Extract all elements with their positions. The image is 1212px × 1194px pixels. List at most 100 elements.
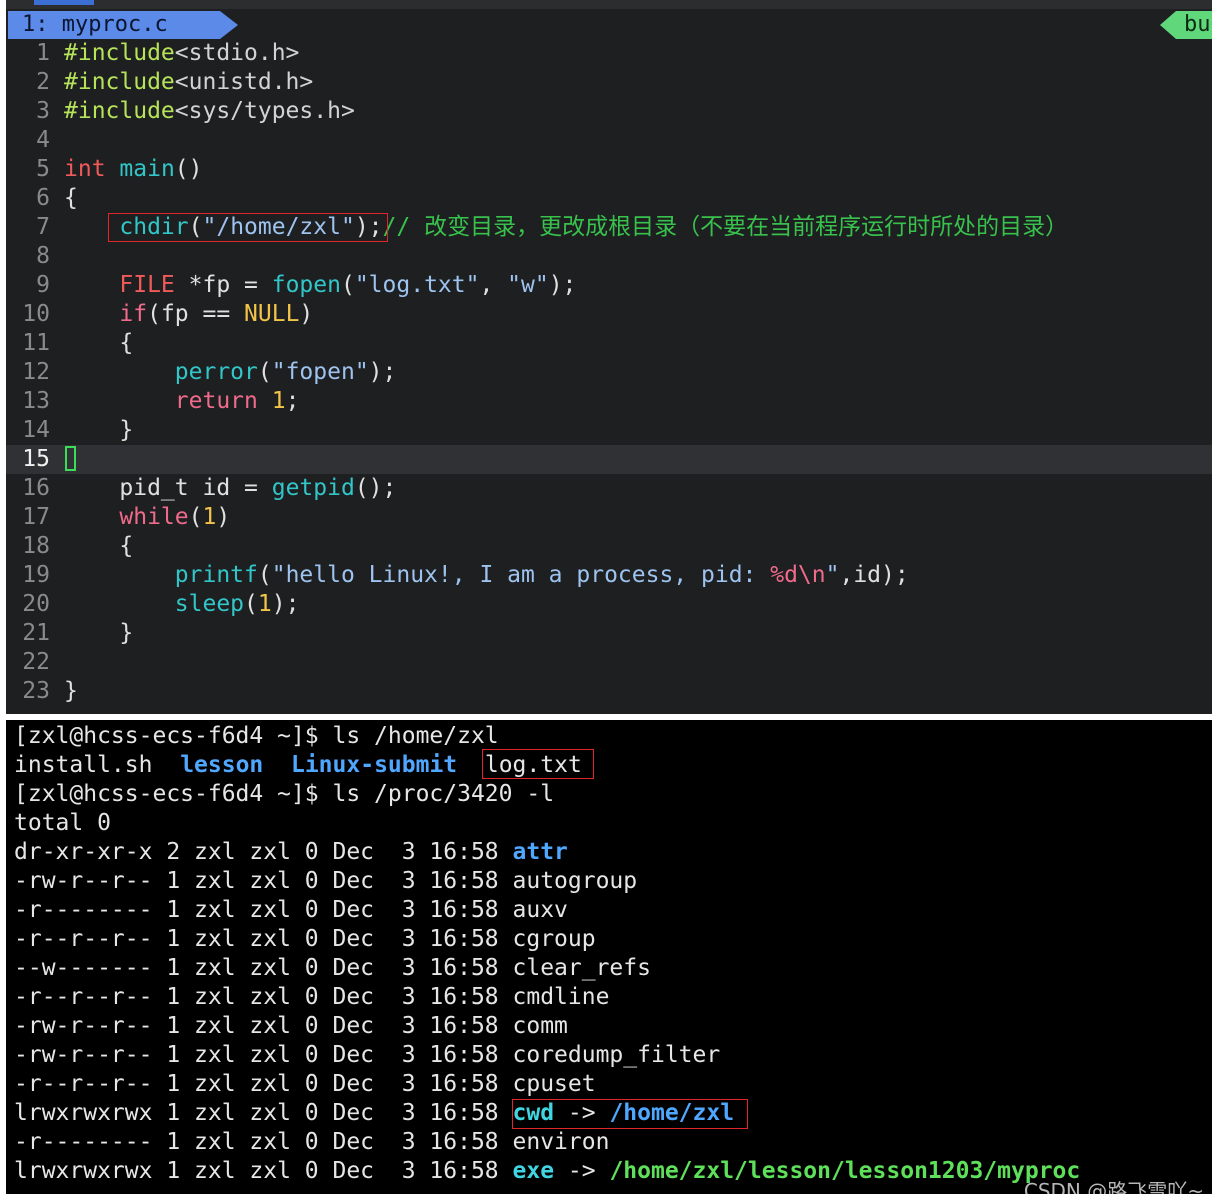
code-line: 8: [6, 242, 1212, 271]
entry-meta: lrwxrwxrwx 1 zxl zxl 0 Dec 3 16:58: [14, 1100, 513, 1126]
code-line: 17 while(1): [6, 503, 1212, 532]
format-specifier: %d\n: [770, 562, 826, 588]
symlink-name: exe: [512, 1158, 555, 1184]
punctuation: ): [299, 301, 314, 327]
line-number: 13: [22, 388, 50, 414]
line-number: 6: [36, 185, 50, 211]
punctuation: (: [244, 591, 258, 617]
preprocessor: #include: [64, 40, 175, 66]
entry-name: comm: [512, 1013, 568, 1039]
entry-name: environ: [512, 1129, 610, 1155]
string-literal: "log.txt": [354, 272, 480, 298]
code-line: 12 perror("fopen");: [6, 358, 1212, 387]
string-literal: "hello Linux!, I am a process, pid:: [271, 562, 771, 588]
symlink-name: cwd: [512, 1100, 555, 1126]
function-name: printf: [174, 562, 258, 588]
punctuation: );: [368, 359, 397, 385]
line-number: 9: [36, 272, 50, 298]
line-number: 11: [22, 330, 50, 356]
vim-editor[interactable]: 1: myproc.c bu 1 #include<stdio.h> 2 #incl…: [6, 0, 1212, 714]
symlink-arrow: ->: [554, 1100, 610, 1126]
header-name: <sys/types.h>: [174, 98, 355, 124]
punctuation: ;: [285, 388, 300, 414]
line-number: 22: [22, 649, 50, 675]
entry-name: cgroup: [512, 926, 596, 952]
code-text: pid_t id =: [119, 475, 272, 501]
top-accent-bar: [34, 0, 94, 5]
punctuation: ,: [479, 272, 508, 298]
entry-name: auxv: [512, 897, 568, 923]
terminal-line: total 0: [14, 810, 111, 836]
function-name: sleep: [174, 591, 245, 617]
line-number: 2: [36, 69, 50, 95]
entry-meta: -rw-r--r-- 1 zxl zxl 0 Dec 3 16:58: [14, 1013, 513, 1039]
entry-meta: -r-------- 1 zxl zxl 0 Dec 3 16:58: [14, 1129, 513, 1155]
punctuation: (: [340, 272, 355, 298]
entry-meta: -rw-r--r-- 1 zxl zxl 0 Dec 3 16:58: [14, 868, 513, 894]
number-literal: 1: [257, 591, 272, 617]
entry-meta: -r--r--r-- 1 zxl zxl 0 Dec 3 16:58: [14, 984, 513, 1010]
ls-dir: Linux-submit: [290, 752, 458, 778]
punctuation: ,id);: [839, 562, 909, 588]
entry-meta: dr-xr-xr-x 2 zxl zxl 0 Dec 3 16:58: [14, 839, 513, 865]
text-cursor: [65, 446, 76, 471]
line-number: 15: [22, 446, 50, 472]
line-number: 7: [36, 214, 50, 240]
line-number: 1: [36, 40, 50, 66]
line-number: 18: [22, 533, 50, 559]
vim-tabline: 1: myproc.c bu: [6, 11, 1212, 39]
code-line: 19 printf("hello Linux!, I am a process,…: [6, 561, 1212, 590]
entry-name: attr: [512, 839, 568, 865]
line-number: 8: [36, 243, 50, 269]
ls-dir: lesson: [180, 752, 264, 778]
proc-entry: -r-------- 1 zxl zxl 0 Dec 3 16:58 envir…: [14, 1128, 609, 1157]
entry-meta: --w------- 1 zxl zxl 0 Dec 3 16:58: [14, 955, 513, 981]
terminal[interactable]: [zxl@hcss-ecs-f6d4 ~]$ ls /home/zxl inst…: [6, 720, 1212, 1194]
proc-entry: dr-xr-xr-x 2 zxl zxl 0 Dec 3 16:58 attr: [14, 838, 568, 867]
entry-name: clear_refs: [512, 955, 651, 981]
editor-top-border: [6, 0, 1212, 9]
code-line: 22: [6, 648, 1212, 677]
entry-meta: -r--r--r-- 1 zxl zxl 0 Dec 3 16:58: [14, 1071, 513, 1097]
buffer-indicator[interactable]: bu: [1160, 11, 1212, 39]
code-line: 10 if(fp == NULL): [6, 300, 1212, 329]
code-line: 6{: [6, 184, 1212, 213]
function-name: getpid: [271, 475, 355, 501]
code-line-current: 15: [6, 445, 1212, 474]
function-name: chdir: [119, 214, 189, 240]
code-line: 4: [6, 126, 1212, 155]
number-literal: 1: [271, 388, 286, 414]
symlink-arrow: ->: [554, 1158, 610, 1184]
code-line: 16 pid_t id = getpid();: [6, 474, 1212, 503]
punctuation: );: [271, 591, 300, 617]
line-number: 19: [22, 562, 50, 588]
type-keyword: FILE: [119, 272, 175, 298]
function-name: perror: [174, 359, 258, 385]
tab-myproc-c[interactable]: 1: myproc.c: [8, 11, 238, 39]
type-keyword: int: [64, 156, 106, 182]
line-number: 4: [36, 127, 50, 153]
punctuation: (: [188, 504, 203, 530]
code-comment: // 改变目录，更改成根目录（不要在当前程序运行时所处的目录）: [382, 214, 1069, 240]
code-line: 21 }: [6, 619, 1212, 648]
keyword: if: [119, 301, 148, 327]
line-number: 23: [22, 678, 50, 704]
header-name: <unistd.h>: [174, 69, 314, 95]
proc-entry: -r-------- 1 zxl zxl 0 Dec 3 16:58 auxv: [14, 896, 568, 925]
entry-meta: -rw-r--r-- 1 zxl zxl 0 Dec 3 16:58: [14, 1042, 513, 1068]
line-number: 5: [36, 156, 50, 182]
terminal-line: [zxl@hcss-ecs-f6d4 ~]$ ls /proc/3420 -l: [14, 781, 555, 807]
code-area[interactable]: 1 #include<stdio.h> 2 #include<unistd.h> 3…: [6, 39, 1212, 706]
code-line: 9 FILE *fp = fopen("log.txt", "w");: [6, 271, 1212, 300]
punctuation: ): [216, 504, 231, 530]
header-name: <stdio.h>: [174, 40, 300, 66]
code-line: 14 }: [6, 416, 1212, 445]
entry-name: autogroup: [512, 868, 638, 894]
